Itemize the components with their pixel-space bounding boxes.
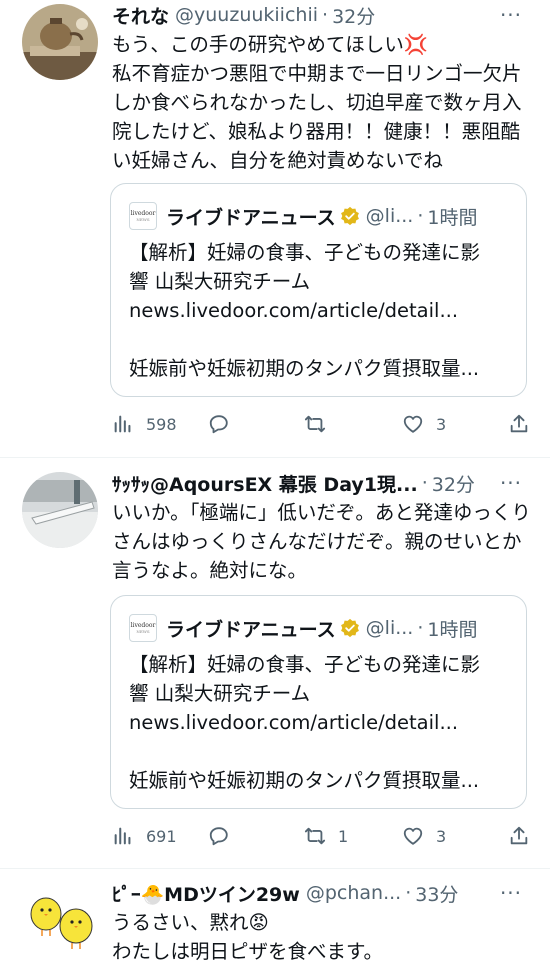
speech-bubble-icon [209,415,228,434]
user-handle[interactable]: @pchan... [306,882,401,904]
divider [0,457,550,458]
avatar[interactable] [22,882,98,958]
tweet-text: うるさい、黙れ😡 わたしは明日ピザを食べます。 [112,911,384,963]
views-button[interactable]: 598 [112,409,177,439]
retweet-button[interactable] [304,409,338,439]
avatar[interactable] [22,4,98,80]
retweet-button[interactable]: 1 [304,821,348,851]
desk-photo-icon [22,472,98,548]
separator-dot: · [421,472,428,494]
quoted-display-name: ライブドアニュース [166,206,336,229]
teapot-photo-icon [22,4,98,80]
heart-icon [403,827,423,845]
gold-verified-badge-icon [340,206,359,226]
tweet-text: いいか。「極端に」低いだぞ。あと発達ゆっくりさんはゆっくりさんなだけだぞ。親のせ… [112,501,531,582]
display-name[interactable]: それな [112,2,169,29]
like-count: 3 [436,414,447,434]
reply-button[interactable] [208,821,242,851]
tweet-text: もう、この手の研究やめてほしい💢 私不育症かつ悪阻で中期まで一日リンゴ一欠片しか… [112,33,522,172]
separator-dot: · [322,4,329,26]
quoted-timestamp: 1時間 [427,206,478,229]
display-name[interactable]: ｻｯｻｯ@AqoursEX 幕張 Day1現... [112,470,418,497]
separator-dot: · [417,205,424,227]
share-button[interactable] [508,821,530,851]
retweet-count: 1 [338,826,349,846]
quoted-tweet-text: 【解析】妊婦の食事、子どもの発達に影 響 山梨大研究チーム news.lived… [129,650,519,795]
chick-illustration-icon [22,882,98,958]
like-button[interactable]: 3 [402,409,446,439]
quoted-tweet-header: livedoor NEWS ライブドアニュース @li... · 1時間 [129,202,512,230]
timestamp[interactable]: 32分 [332,2,375,29]
share-upload-icon [510,414,528,433]
article-link[interactable]: news.livedoor.com/article/detail... [129,296,519,325]
quoted-handle: @li... [365,617,414,639]
reply-button[interactable] [208,409,242,439]
livedoor-logo-icon: livedoor NEWS [129,202,157,230]
avatar[interactable] [22,472,98,548]
quoted-tweet[interactable]: livedoor NEWS ライブドアニュース @li... · 1時間 【解析… [110,183,527,397]
action-bar: 598 3 [112,409,532,439]
display-name[interactable]: ﾋﾟｰ🐣MDツイン29w [112,880,300,907]
share-button[interactable] [508,409,530,439]
gold-verified-badge-icon [340,618,359,638]
more-dots-icon[interactable]: ··· [496,879,526,907]
divider [0,868,550,869]
more-dots-icon[interactable]: ··· [496,1,526,29]
tweet-header: それな @yuuzuukiichii · 32分 [112,1,526,29]
retweet-arrows-icon [304,415,326,433]
tweet-header: ｻｯｻｯ@AqoursEX 幕張 Day1現... · 32分 [112,469,526,497]
views-button[interactable]: 691 [112,821,177,851]
quoted-tweet[interactable]: livedoor NEWS ライブドアニュース @li... · 1時間 【解析… [110,595,527,809]
like-count: 3 [436,826,447,846]
separator-dot: · [405,882,412,904]
bar-chart-icon [114,827,131,845]
action-bar: 691 1 3 [112,821,532,851]
bar-chart-icon [114,415,131,433]
article-link[interactable]: news.livedoor.com/article/detail... [129,708,519,737]
quoted-display-name: ライブドアニュース [166,618,336,641]
timestamp[interactable]: 32分 [432,470,475,497]
speech-bubble-icon [209,827,228,846]
livedoor-logo-icon: livedoor NEWS [129,614,157,642]
views-count: 598 [146,414,177,434]
share-upload-icon [510,826,528,845]
user-handle[interactable]: @yuuzuukiichii [175,4,318,26]
separator-dot: · [417,617,424,639]
quoted-tweet-header: livedoor NEWS ライブドアニュース @li... · 1時間 [129,614,512,642]
quoted-handle: @li... [365,205,414,227]
heart-icon [403,415,423,433]
views-count: 691 [146,826,177,846]
retweet-arrows-icon [304,827,326,845]
more-dots-icon[interactable]: ··· [496,469,526,497]
tweet-header: ﾋﾟｰ🐣MDツイン29w @pchan... · 33分 [112,879,526,907]
quoted-timestamp: 1時間 [427,618,478,641]
quoted-tweet-text: 【解析】妊婦の食事、子どもの発達に影 響 山梨大研究チーム news.lived… [129,238,519,383]
timestamp[interactable]: 33分 [415,880,458,907]
like-button[interactable]: 3 [402,821,446,851]
